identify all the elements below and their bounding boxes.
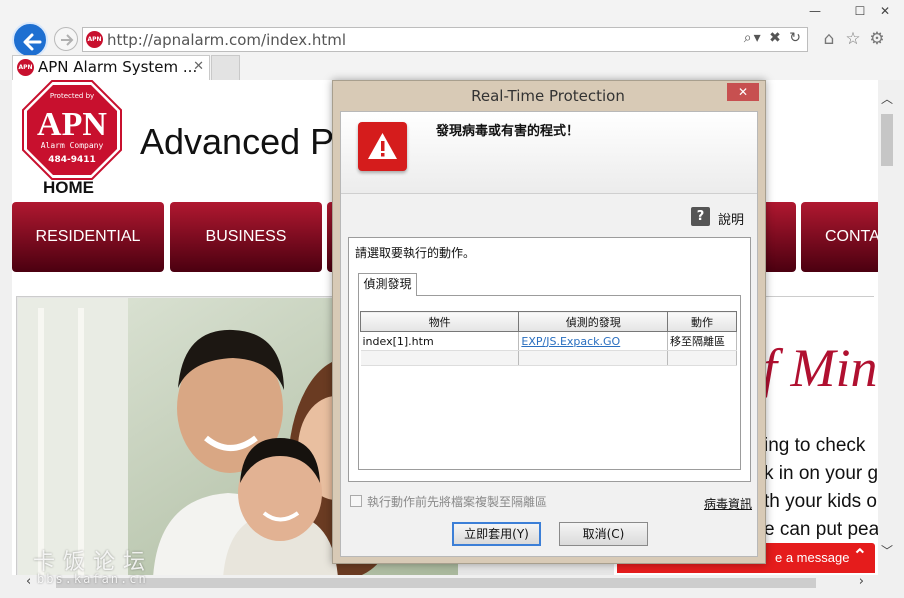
- url-text[interactable]: http://apnalarm.com/index.html: [107, 31, 346, 49]
- column-header-detection[interactable]: 偵測的發現: [518, 311, 669, 332]
- chevron-up-icon: ⌃: [852, 546, 867, 565]
- detections-pane: 物件 偵測的發現 動作 index[1].htm EXP/JS.Expack.G…: [358, 295, 741, 470]
- watermark-url: bbs.kafan.cn: [37, 572, 148, 586]
- minimize-button[interactable]: —: [800, 2, 830, 20]
- action-prompt: 請選取要執行的動作。: [355, 246, 476, 260]
- detection-cell: EXP/JS.Expack.GO: [518, 331, 669, 351]
- logo-company-text: Alarm Company: [41, 141, 104, 150]
- cancel-button[interactable]: 取消(C): [559, 522, 648, 546]
- table-header-row: 物件 偵測的發現 動作: [359, 311, 737, 332]
- hero-slogan: f Min: [762, 338, 878, 398]
- logo-home-text: HOME: [43, 178, 94, 197]
- apply-now-button[interactable]: 立即套用(Y): [452, 522, 541, 546]
- detections-table: 物件 偵測的發現 動作 index[1].htm EXP/JS.Expack.G…: [359, 311, 737, 366]
- dialog-header: 發現病毒或有害的程式！: [341, 112, 757, 194]
- warning-icon: [358, 122, 407, 171]
- table-row-empty: [360, 350, 737, 366]
- address-actions-icon[interactable]: ⌕▾ ✖ ↻: [744, 30, 803, 46]
- threat-name-link[interactable]: EXP/JS.Expack.GO: [521, 335, 620, 348]
- settings-icon[interactable]: ⚙: [867, 29, 887, 49]
- nav-residential[interactable]: RESIDENTIAL: [12, 202, 164, 272]
- chat-label: e a message: [775, 550, 850, 565]
- apn-logo[interactable]: Protected by APN Alarm Company 484-9411 …: [22, 80, 122, 198]
- realtime-protection-dialog: Real-Time Protection ✕ 發現病毒或有害的程式！ ? 說明 …: [332, 80, 766, 564]
- copy-to-quarantine-checkbox[interactable]: [350, 495, 362, 507]
- forward-arrow-icon: [61, 34, 74, 46]
- logo-octagon-icon: Protected by APN Alarm Company 484-9411: [22, 80, 122, 180]
- object-cell: index[1].htm: [360, 331, 520, 351]
- logo-top-text: Protected by: [50, 92, 94, 100]
- action-panel: 請選取要執行的動作。 偵測發現 物件 偵測的發現 動作 index[1].htm…: [348, 237, 751, 482]
- back-arrow-icon: [23, 33, 42, 51]
- tab-detections[interactable]: 偵測發現: [358, 273, 417, 296]
- dialog-title: Real-Time Protection: [471, 87, 625, 105]
- logo-phone-text: 484-9411: [48, 155, 96, 165]
- action-cell[interactable]: 移至隔離區: [667, 331, 737, 351]
- favorites-icon[interactable]: ☆: [843, 29, 863, 49]
- logo-brand-text: APN: [37, 106, 107, 143]
- dialog-close-button[interactable]: ✕: [727, 83, 759, 101]
- column-header-action[interactable]: 動作: [667, 311, 737, 332]
- browser-chrome: — ☐ ✕ APN http://apnalarm.com/index.html…: [0, 0, 904, 80]
- tab-close-icon[interactable]: ✕: [193, 59, 204, 74]
- hero-text-line: th your kids o: [764, 491, 877, 512]
- hero-text-line: k in on your g: [764, 463, 878, 484]
- horizontal-scroll-thumb[interactable]: [56, 578, 816, 588]
- column-header-object[interactable]: 物件: [359, 311, 520, 332]
- tab-apn-alarm[interactable]: APN APN Alarm System ... ✕: [12, 55, 210, 80]
- back-button[interactable]: [12, 22, 48, 58]
- site-title: Advanced P: [140, 121, 335, 162]
- scroll-right-icon[interactable]: ›: [859, 574, 864, 589]
- nav-contact[interactable]: CONTA: [801, 202, 878, 272]
- nav-business[interactable]: BUSINESS: [170, 202, 322, 272]
- scroll-up-icon[interactable]: ︿: [881, 90, 893, 107]
- home-icon[interactable]: ⌂: [819, 29, 839, 49]
- copy-to-quarantine-label: 執行動作前先將檔案複製至隔離區: [367, 495, 548, 509]
- site-favicon-icon: APN: [86, 31, 103, 48]
- dialog-body: 發現病毒或有害的程式！ ? 說明 請選取要執行的動作。 偵測發現 物件 偵測的發…: [340, 111, 758, 557]
- vertical-scroll-thumb[interactable]: [881, 114, 893, 166]
- scroll-down-icon[interactable]: ﹀: [881, 542, 893, 559]
- tab-title: APN Alarm System ...: [38, 58, 198, 76]
- close-window-button[interactable]: ✕: [870, 2, 900, 20]
- virus-info-link[interactable]: 病毒資訊: [704, 495, 752, 512]
- help-link[interactable]: 說明: [718, 209, 744, 228]
- forward-button[interactable]: [54, 27, 78, 51]
- help-icon[interactable]: ?: [691, 207, 710, 226]
- address-bar[interactable]: APN http://apnalarm.com/index.html ⌕▾ ✖ …: [82, 27, 808, 52]
- table-row[interactable]: index[1].htm EXP/JS.Expack.GO 移至隔離區: [360, 331, 737, 351]
- vertical-scrollbar[interactable]: ︿ ﹀: [878, 80, 896, 575]
- tab-favicon-icon: APN: [17, 59, 34, 76]
- hero-text-line: ing to check: [764, 435, 866, 456]
- threat-heading: 發現病毒或有害的程式！: [436, 124, 580, 139]
- watermark: 卡饭论坛 bbs.kafan.cn: [33, 544, 153, 586]
- scroll-left-icon[interactable]: ‹: [26, 574, 31, 589]
- hero-text-line: e can put pea: [764, 519, 878, 540]
- new-tab-button[interactable]: [211, 55, 240, 80]
